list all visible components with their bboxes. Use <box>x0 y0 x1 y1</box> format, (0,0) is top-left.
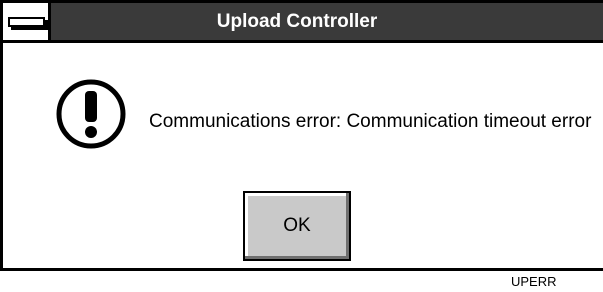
upload-controller-dialog: Upload Controller Communications error: … <box>0 0 603 271</box>
system-menu-button[interactable] <box>3 3 51 40</box>
figure-caption: UPERR <box>511 274 557 289</box>
title-bar: Upload Controller <box>3 3 603 43</box>
system-menu-icon <box>8 17 45 27</box>
dialog-title: Upload Controller <box>216 11 378 32</box>
ok-button[interactable]: OK <box>243 191 351 261</box>
exclamation-icon <box>56 79 126 149</box>
error-message: Communications error: Communication time… <box>149 111 592 132</box>
